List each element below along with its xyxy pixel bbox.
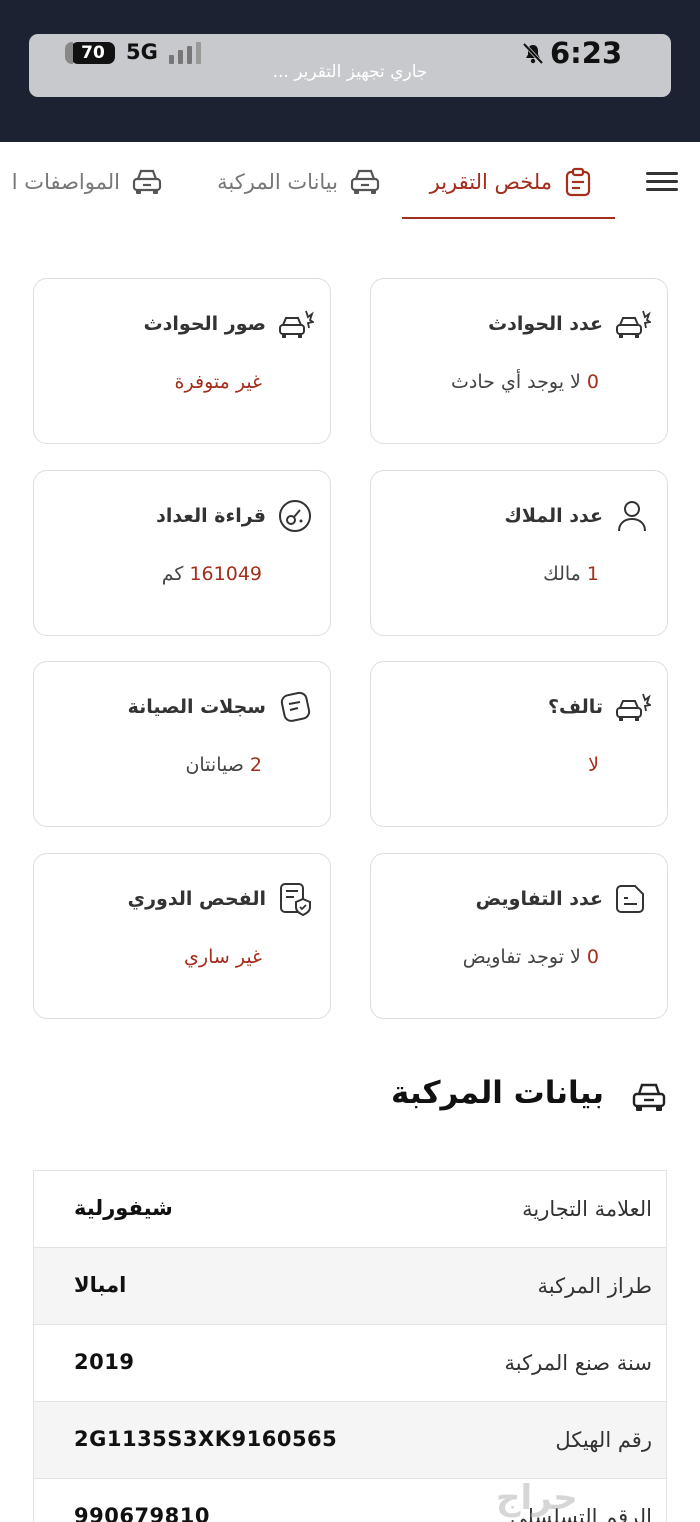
card-title: عدد الملاك [504,505,603,527]
preparing-report-text: جاري تجهيز التقرير ... [272,62,428,82]
table-row: رقم الهيكل 2G1135S3XK9160565 [34,1401,666,1478]
battery-indicator: 70 [65,42,115,64]
row-label: العلامة التجارية [522,1197,652,1221]
hamburger-menu-icon[interactable] [646,172,678,192]
card-value: 0 لا توجد تفاويض [462,946,599,968]
card-title: صور الحوادث [143,313,266,335]
car-icon [350,169,380,194]
inspection-shield-icon [280,883,311,917]
row-value: شيفورلية [74,1196,173,1220]
car-icon [632,1083,666,1111]
vehicle-data-table: العلامة التجارية شيفورلية طراز المركبة ا… [33,1170,667,1522]
tab-label: بيانات المركبة [217,170,338,194]
tab-specifications[interactable]: المواصفات ا [12,160,164,204]
status-bar-area: 70 5G 6:23 جاري تجهيز التقرير ... [0,0,700,142]
card-title: عدد الحوادث [488,313,603,335]
card-value: لا [588,754,599,776]
section-title: بيانات المركبة [391,1075,604,1111]
card-odometer[interactable]: قراءة العداد 161049 كم [33,470,331,636]
card-damaged[interactable]: تالف؟ لا [370,661,668,827]
table-row: العلامة التجارية شيفورلية [34,1170,666,1247]
row-value: 2G1135S3XK9160565 [74,1427,338,1451]
document-icon [616,885,644,913]
card-title: تالف؟ [547,696,603,718]
recording-banner[interactable]: 70 5G 6:23 جاري تجهيز التقرير ... [29,34,671,97]
row-value: امبالا [74,1273,127,1297]
watermark-logo: حراج [496,1478,578,1518]
card-value: 1 مالك [543,563,599,585]
card-accident-photos[interactable]: صور الحوادث غير متوفرة [33,278,331,444]
row-label: رقم الهيكل [555,1428,652,1452]
tab-label: ملخص التقرير [429,170,552,194]
card-owners-count[interactable]: عدد الملاك 1 مالك [370,470,668,636]
car-crash-icon [616,310,651,338]
table-row: سنة صنع المركبة 2019 [34,1324,666,1401]
card-accidents-count[interactable]: عدد الحوادث 0 لا يوجد أي حادث [370,278,668,444]
clipboard-icon [565,167,591,197]
signal-icon [169,42,205,64]
tab-vehicle-data[interactable]: بيانات المركبة [217,160,382,204]
row-value: 990679810 [74,1504,211,1522]
card-maintenance-records[interactable]: سجلات الصيانة 2 صيانتان [33,661,331,827]
card-value: 161049 كم [161,563,262,585]
card-title: سجلات الصيانة [127,696,266,718]
card-periodic-inspection[interactable]: الفحص الدوري غير ساري [33,853,331,1019]
table-row: طراز المركبة امبالا [34,1247,666,1324]
network-type: 5G [126,40,158,64]
active-tab-indicator [402,217,615,219]
card-value: 2 صيانتان [185,754,262,776]
card-value: 0 لا يوجد أي حادث [451,371,599,393]
car-crash-icon [279,310,314,338]
speedometer-icon [279,500,311,532]
card-title: عدد التفاويض [475,888,603,910]
car-crash-icon [616,693,651,721]
card-value: غير متوفرة [174,371,262,393]
card-title: قراءة العداد [156,505,266,527]
user-icon [618,501,646,532]
row-label: سنة صنع المركبة [504,1351,652,1375]
card-title: الفحص الدوري [127,888,266,910]
tab-report-summary[interactable]: ملخص التقرير [430,160,594,204]
card-mandates-count[interactable]: عدد التفاويض 0 لا توجد تفاويض [370,853,668,1019]
card-value: غير ساري [184,946,262,968]
row-value: 2019 [74,1350,135,1374]
maintenance-notes-icon [280,691,311,722]
row-label: طراز المركبة [537,1274,652,1298]
tab-label: المواصفات ا [11,170,120,194]
car-icon [132,169,162,194]
